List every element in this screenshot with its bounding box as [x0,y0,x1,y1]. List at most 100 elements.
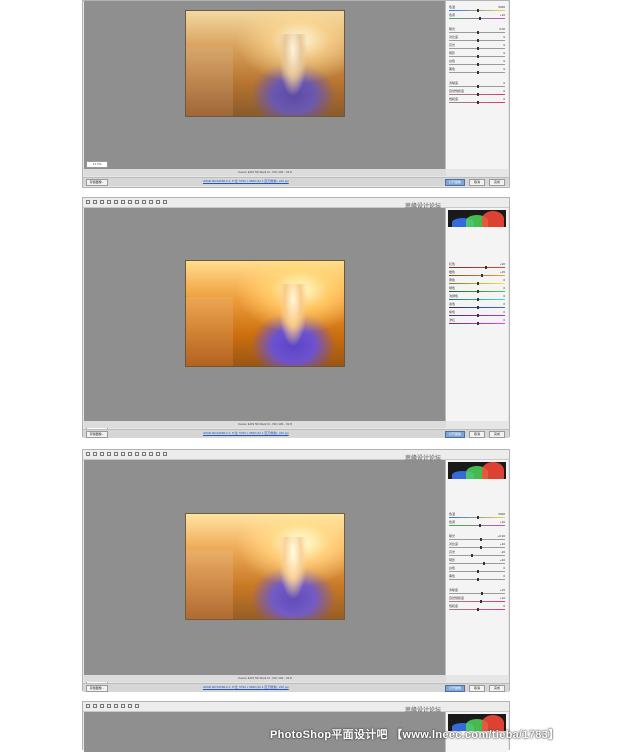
slider-value[interactable]: +10 [500,596,505,600]
slider-row[interactable]: 黄色 0 [449,278,505,286]
slider-thumb[interactable] [477,290,479,293]
file-info-link[interactable]: sRGB IEC61966-2.1; 8 位; 5760 x 3840 (22.… [203,685,289,689]
slider-thumb[interactable] [477,101,479,104]
slider-row[interactable]: 黑色 0 [449,67,505,75]
zoom-tool-icon[interactable] [86,452,90,456]
slider-row[interactable]: 对比度 +10 [449,542,505,550]
slider-thumb[interactable] [479,600,482,603]
white-balance-tool-icon[interactable] [100,704,104,708]
slider-row[interactable]: 色调 +10 [449,13,505,21]
slider-value[interactable]: -20 [501,550,505,554]
slider-value[interactable]: 0 [503,294,505,298]
slider-value[interactable]: +0.30 [497,534,505,538]
done-button[interactable]: 完成 [489,685,505,692]
slider-row[interactable]: 清晰度 +15 [449,588,505,596]
slider-row[interactable]: 自然饱和度 0 [449,89,505,97]
spot-removal-icon[interactable] [128,452,132,456]
slider-row[interactable]: 曝光 0.00 [449,27,505,35]
slider-row[interactable]: 高光 0 [449,43,505,51]
file-info-link[interactable]: sRGB IEC61966-2.1; 8 位; 5760 x 3840 (22.… [203,179,289,183]
slider-value[interactable]: 0 [503,566,505,570]
slider-row[interactable]: 清晰度 0 [449,81,505,89]
slider-row[interactable]: 对比度 0 [449,35,505,43]
slider-thumb[interactable] [477,516,479,519]
slider-value[interactable]: +10 [500,13,505,17]
done-button[interactable]: 完成 [489,431,505,438]
cancel-button[interactable]: 取消 [469,179,485,186]
slider-thumb[interactable] [479,524,482,527]
straighten-tool-icon[interactable] [121,452,125,456]
spot-removal-icon[interactable] [128,200,132,204]
red-eye-icon[interactable] [135,200,139,204]
slider-row[interactable]: 饱和度 0 [449,97,505,105]
slider-value[interactable]: +30 [500,262,505,266]
slider-value[interactable]: 0 [503,67,505,71]
slider-row[interactable]: 洋红 0 [449,318,505,326]
slider-thumb[interactable] [479,17,482,20]
color-sampler-icon[interactable] [107,452,111,456]
crop-tool-icon[interactable] [114,200,118,204]
graduated-filter-icon[interactable] [149,200,153,204]
zoom-tool-icon[interactable] [86,200,90,204]
slider-row[interactable]: 色温 5000 [449,512,505,520]
slider-value[interactable]: 0 [503,81,505,85]
save-image-button[interactable]: 存储图像... [86,685,108,692]
slider-thumb[interactable] [477,298,479,301]
slider-value[interactable]: +15 [500,588,505,592]
slider-thumb[interactable] [477,578,479,581]
white-balance-tool-icon[interactable] [100,452,104,456]
slider-thumb[interactable] [477,71,479,74]
slider-thumb[interactable] [477,55,479,58]
brush-icon[interactable] [142,452,146,456]
slider-row[interactable]: 蓝色 0 [449,302,505,310]
slider-thumb[interactable] [477,9,479,12]
slider-thumb[interactable] [477,39,479,42]
cancel-button[interactable]: 取消 [469,431,485,438]
slider-thumb[interactable] [477,63,479,66]
slider-thumb[interactable] [477,570,479,573]
straighten-tool-icon[interactable] [121,704,125,708]
slider-thumb[interactable] [479,546,482,549]
slider-thumb[interactable] [477,31,479,34]
slider-value[interactable]: +10 [500,520,505,524]
slider-thumb[interactable] [482,562,485,565]
color-sampler-icon[interactable] [107,200,111,204]
slider-value[interactable]: 0 [503,302,505,306]
slider-row[interactable]: 阴影 +20 [449,558,505,566]
slider-row[interactable]: 自然饱和度 +10 [449,596,505,604]
red-eye-icon[interactable] [135,452,139,456]
rotate-right-icon[interactable] [163,200,167,204]
slider-value[interactable]: 5000 [498,512,505,516]
slider-value[interactable]: 0 [503,59,505,63]
color-sampler-icon[interactable] [107,704,111,708]
slider-value[interactable]: 0 [503,89,505,93]
open-image-button[interactable]: 打开图像 [445,179,465,186]
red-eye-icon[interactable] [135,704,139,708]
slider-value[interactable]: 0 [503,310,505,314]
slider-thumb[interactable] [471,554,474,557]
slider-value[interactable]: 0 [503,574,505,578]
straighten-tool-icon[interactable] [121,200,125,204]
slider-thumb[interactable] [481,592,484,595]
slider-value[interactable]: 0 [503,278,505,282]
hand-tool-icon[interactable] [93,704,97,708]
slider-thumb[interactable] [485,266,488,269]
preview-canvas[interactable]: 17.7% [84,208,446,430]
slider-row[interactable]: 紫色 0 [449,310,505,318]
slider-row[interactable]: 曝光 +0.30 [449,534,505,542]
slider-row[interactable]: 绿色 0 [449,286,505,294]
slider-value[interactable]: +10 [500,542,505,546]
save-image-button[interactable]: 存储图像... [86,431,108,438]
slider-value[interactable]: 0 [503,97,505,101]
slider-thumb[interactable] [477,608,479,611]
slider-row[interactable]: 白色 0 [449,566,505,574]
hand-tool-icon[interactable] [93,452,97,456]
slider-row[interactable]: 饱和度 0 [449,604,505,612]
slider-thumb[interactable] [477,85,479,88]
open-image-button[interactable]: 打开图像 [445,685,465,692]
preview-canvas[interactable]: 17.7% [84,1,446,169]
slider-row[interactable]: 黑色 0 [449,574,505,582]
slider-thumb[interactable] [481,274,484,277]
slider-thumb[interactable] [477,282,479,285]
slider-thumb[interactable] [477,93,479,96]
